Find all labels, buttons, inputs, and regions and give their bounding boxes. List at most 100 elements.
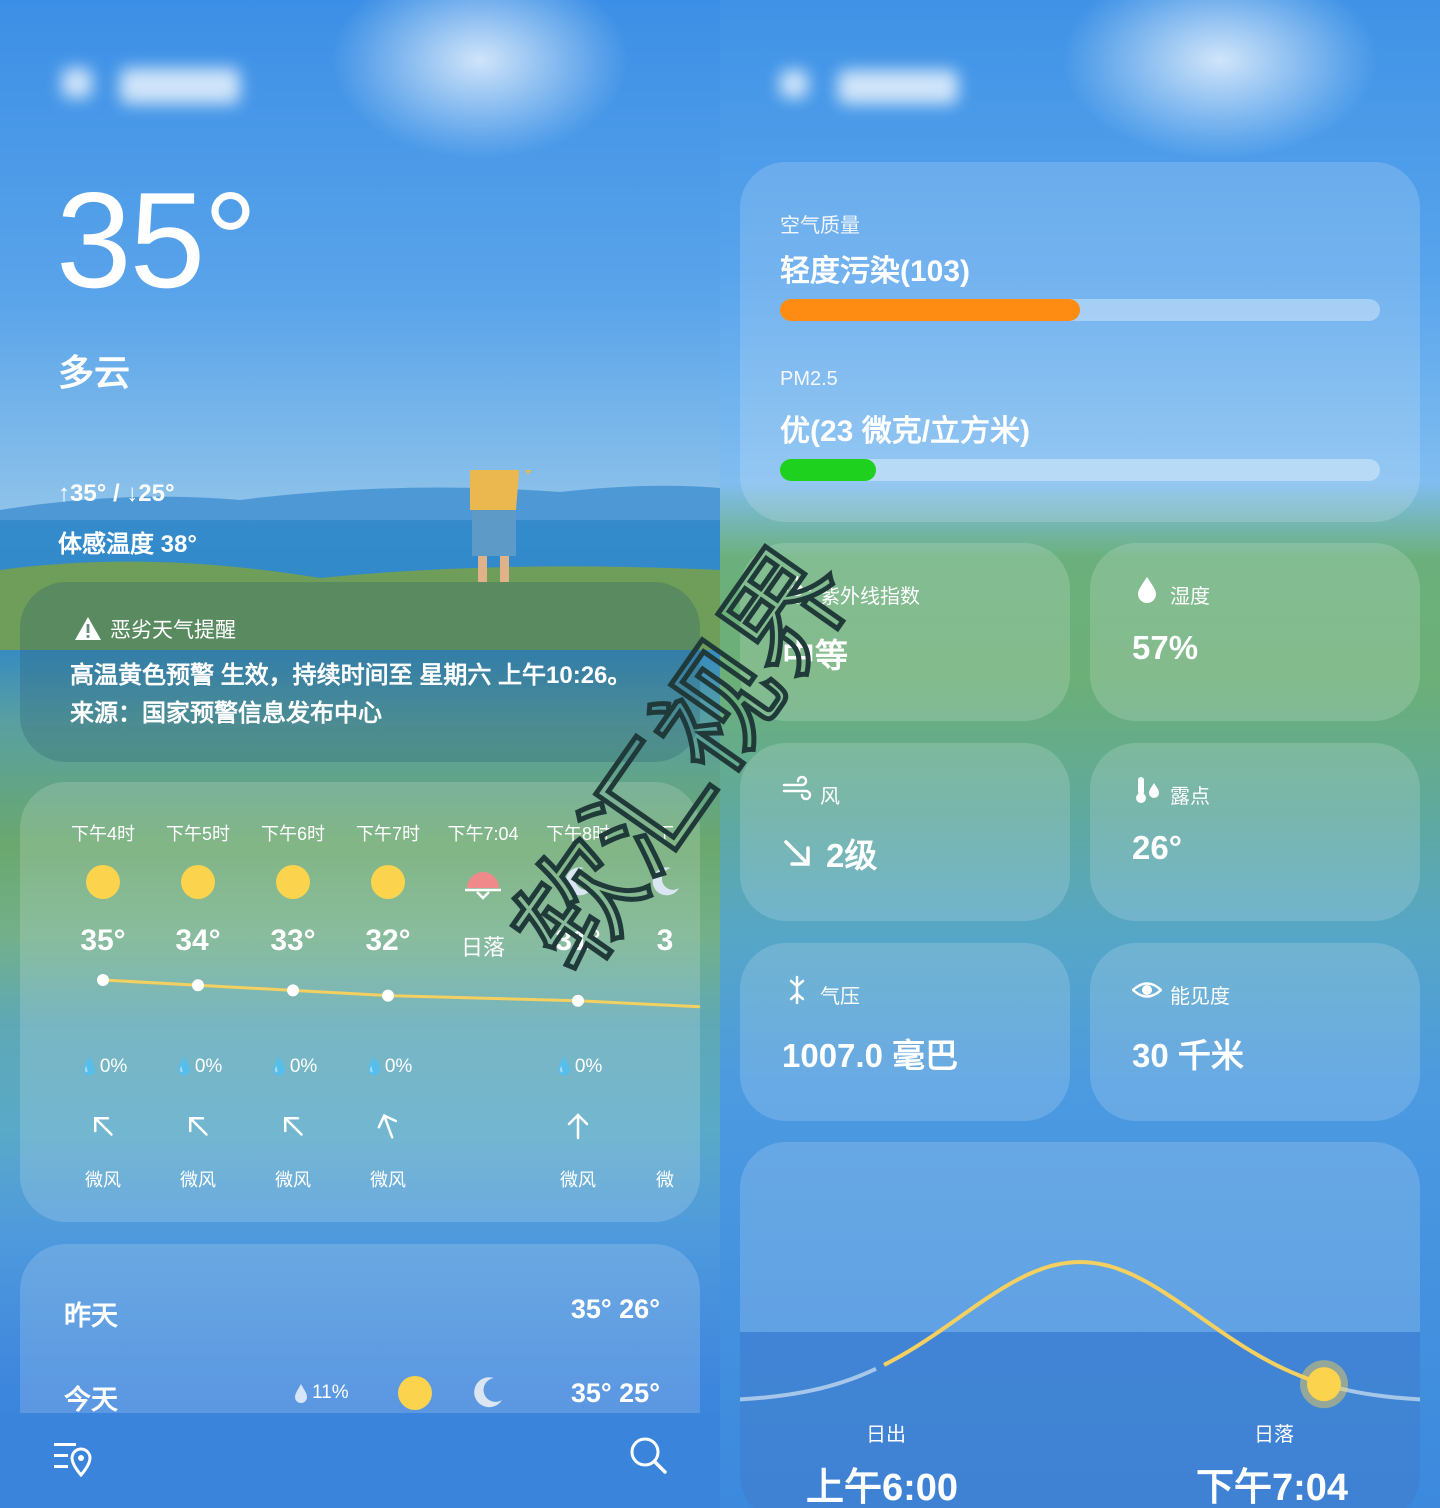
sun-icon xyxy=(86,865,120,899)
dew-point-value: 26° xyxy=(1132,829,1182,866)
moon-icon xyxy=(565,867,592,896)
day-name: 昨天 xyxy=(64,1301,118,1331)
sunrise-sunset-card[interactable]: 日出 上午6:00 日落 下午7:04 xyxy=(740,1142,1420,1508)
hourly-temperature: 3 xyxy=(656,924,674,957)
cloud-decoration xyxy=(1060,0,1380,160)
wind-tile[interactable]: 风 2级 xyxy=(740,743,1070,921)
wind-label: 风 xyxy=(820,786,840,808)
alert-message: 高温黄色预警 生效，持续时间至 星期六 上午10:26。 xyxy=(70,662,632,689)
temperature-point xyxy=(192,979,204,992)
raindrop-icon xyxy=(295,1384,307,1403)
rain-percent: 11% xyxy=(312,1382,349,1403)
pressure-label: 气压 xyxy=(820,986,860,1008)
visibility-label: 能见度 xyxy=(1170,986,1230,1008)
sun-path-arc xyxy=(740,1260,1420,1409)
temperature-point xyxy=(97,974,109,986)
day-name: 今天 xyxy=(64,1385,118,1415)
pm25-bar xyxy=(780,459,1380,481)
hourly-rain: 💧0% xyxy=(58,1056,148,1078)
hourly-wind-label: 微风 xyxy=(85,1170,121,1190)
raindrop-icon: 💧 xyxy=(268,1057,290,1076)
pressure-tile[interactable]: 气压 1007.0 毫巴 xyxy=(740,943,1070,1121)
raindrop-icon: 💧 xyxy=(173,1057,195,1076)
feels-like-temperature: 体感温度 38° xyxy=(58,531,197,558)
sun-icon xyxy=(371,865,405,899)
sun-position-marker xyxy=(1307,1367,1341,1402)
hourly-rain-value: 0% xyxy=(289,1056,318,1077)
hourly-time: 下午4时 xyxy=(70,824,135,844)
wind-direction-icon xyxy=(567,1113,589,1140)
high-low-temperature: ↑35° / ↓25° xyxy=(58,480,175,507)
uv-value: 中等 xyxy=(782,637,848,674)
pressure-value: 1007.0 毫巴 xyxy=(782,1037,959,1074)
temperature-point xyxy=(572,994,584,1007)
pm25-label: PM2.5 xyxy=(780,368,838,390)
hourly-rain: 💧0% xyxy=(153,1056,243,1078)
hourly-time: 下午8时 xyxy=(545,824,610,844)
hourly-rain-value: 0% xyxy=(194,1056,223,1077)
dew-point-label: 露点 xyxy=(1170,786,1210,808)
sunset-time: 下午7:04 xyxy=(1196,1467,1349,1508)
bottom-toolbar xyxy=(0,1413,720,1508)
hourly-temperature: 35° xyxy=(80,924,126,957)
search-icon[interactable] xyxy=(628,1435,668,1475)
warning-icon xyxy=(75,617,101,640)
hourly-time: 下 xyxy=(656,824,674,844)
uv-label: 紫外线指数 xyxy=(820,586,920,608)
sunrise-time: 上午6:00 xyxy=(806,1467,959,1508)
hourly-temperature: 31° xyxy=(555,924,601,957)
hourly-temperature: 34° xyxy=(175,924,221,957)
hourly-time: 下午6时 xyxy=(260,824,325,844)
hourly-rain-value: 0% xyxy=(574,1056,603,1077)
moon-icon xyxy=(474,1377,502,1408)
temperature-trend-line xyxy=(97,974,700,1009)
pm25-value: 优(23 微克/立方米) xyxy=(780,415,1031,448)
humidity-tile[interactable]: 湿度 57% xyxy=(1090,543,1420,721)
temperature-point xyxy=(382,989,394,1002)
hourly-rain: 💧0% xyxy=(343,1056,433,1078)
location-blurred xyxy=(838,70,958,104)
raindrop-icon: 💧 xyxy=(78,1057,100,1076)
details-panel: 空气质量 轻度污染(103) PM2.5 优(23 微克/立方米) 紫外线指数 … xyxy=(720,0,1440,1508)
pressure-icon xyxy=(789,975,805,1005)
alert-header: 恶劣天气提醒 xyxy=(74,614,236,644)
sunset-label: 日落 xyxy=(1254,1424,1294,1446)
uv-sun-icon xyxy=(783,576,811,604)
hourly-temperature: 33° xyxy=(270,924,316,957)
hourly-rain: 💧0% xyxy=(248,1056,338,1078)
hourly-rain-value: 0% xyxy=(99,1056,128,1077)
raindrop-icon: 💧 xyxy=(363,1057,385,1076)
alert-title: 恶劣天气提醒 xyxy=(110,619,236,642)
location-blurred xyxy=(780,70,808,98)
dew-point-tile[interactable]: 露点 26° xyxy=(1090,743,1420,921)
sun-icon xyxy=(398,1376,432,1410)
day-temperature-range: 35° 26° xyxy=(570,1294,660,1324)
sun-icon xyxy=(276,865,310,899)
temperature-point xyxy=(287,984,299,997)
eye-icon xyxy=(1132,982,1162,998)
visibility-value: 30 千米 xyxy=(1132,1037,1244,1074)
air-quality-card[interactable]: 空气质量 轻度污染(103) PM2.5 优(23 微克/立方米) xyxy=(740,162,1420,522)
air-quality-value: 轻度污染(103) xyxy=(780,255,971,288)
sunrise-label: 日出 xyxy=(866,1424,906,1446)
current-condition: 多云 xyxy=(58,352,131,393)
alert-body: 高温黄色预警 生效，持续时间至 星期六 上午10:26。 来源：国家预警信息发布… xyxy=(70,657,670,733)
pm25-bar-fill xyxy=(780,459,876,481)
uv-index-tile[interactable]: 紫外线指数 中等 xyxy=(740,543,1070,721)
location-list-icon[interactable] xyxy=(52,1437,94,1479)
hourly-wind-label: 微风 xyxy=(560,1170,596,1190)
raindrop-icon: 💧 xyxy=(553,1057,575,1076)
hourly-wind-label: 微 xyxy=(656,1170,674,1190)
hourly-temperature: 32° xyxy=(365,924,411,957)
day-rain-chance: 11% xyxy=(294,1382,349,1404)
alert-source: 来源：国家预警信息发布中心 xyxy=(70,700,382,727)
hourly-wind-label: 微风 xyxy=(180,1170,216,1190)
wind-value: 2级 xyxy=(782,829,877,877)
hourly-temperature: 日落 xyxy=(460,935,505,960)
humidity-label: 湿度 xyxy=(1170,586,1210,608)
visibility-tile[interactable]: 能见度 30 千米 xyxy=(1090,943,1420,1121)
hourly-wind-label: 微风 xyxy=(275,1170,311,1190)
wind-direction-arrow-icon xyxy=(784,840,810,866)
hourly-forecast-card[interactable]: 下午4时 35° 💧0% 微风 下午5时 34° 💧0% 微风 下午6时 33° 💧0% 微风 下午7时… xyxy=(20,782,700,1222)
air-quality-label: 空气质量 xyxy=(780,215,860,237)
